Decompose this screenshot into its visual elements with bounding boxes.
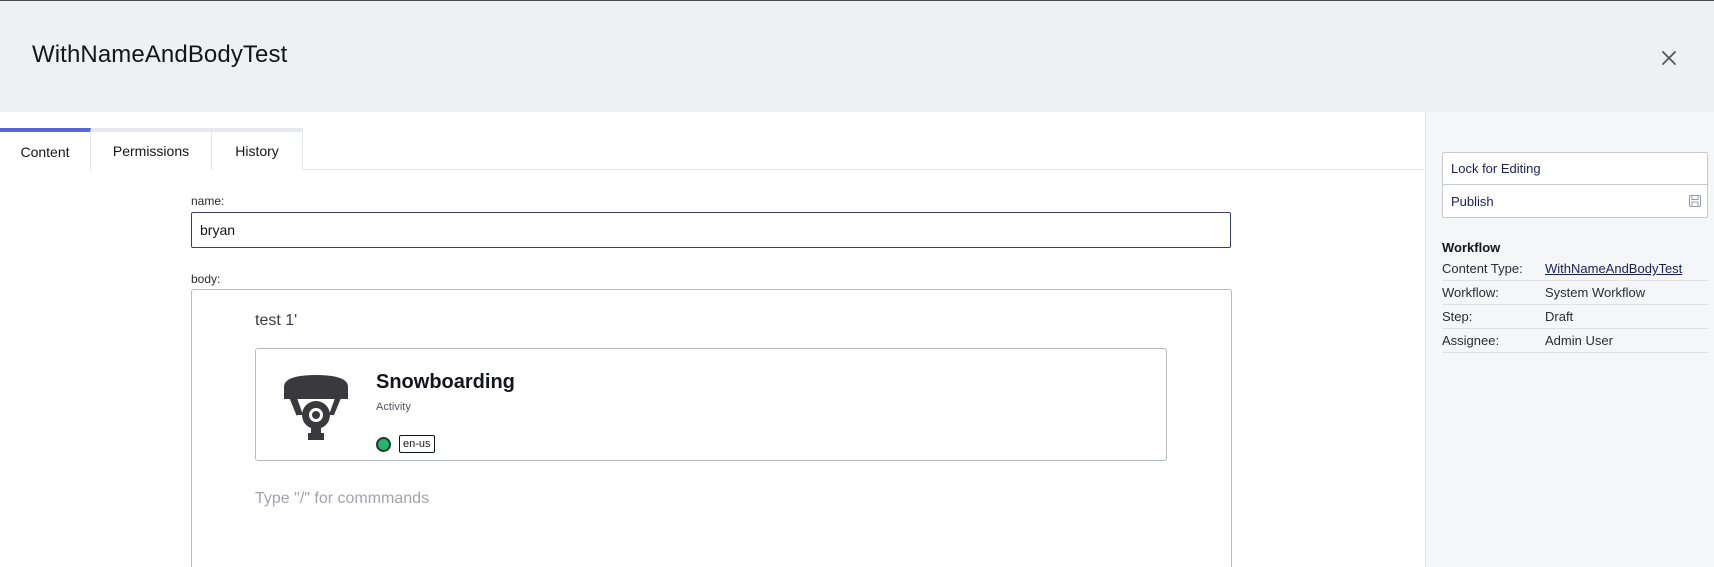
assignee-value: Admin User: [1545, 333, 1613, 348]
lock-for-editing-button[interactable]: Lock for Editing: [1443, 153, 1707, 185]
lock-for-editing-label: Lock for Editing: [1451, 161, 1541, 176]
tab-history[interactable]: History: [212, 128, 303, 170]
publish-label: Publish: [1451, 193, 1494, 209]
workflow-key: Assignee:: [1442, 333, 1500, 348]
close-icon: [1662, 51, 1676, 65]
contentlet-card[interactable]: Snowboarding Activity en-us: [255, 348, 1167, 461]
card-content-type: Activity: [376, 401, 411, 413]
body-field-label: body:: [191, 272, 221, 286]
close-button[interactable]: [1654, 43, 1684, 73]
action-list: Lock for Editing Publish: [1442, 152, 1708, 218]
right-sidebar: Lock for Editing Publish Workflow Conten…: [1425, 112, 1714, 567]
editor-placeholder[interactable]: Type "/" for commmands: [255, 490, 429, 508]
workflow-key: Workflow:: [1442, 285, 1499, 300]
tab-permissions[interactable]: Permissions: [91, 128, 212, 170]
step-value: Draft: [1545, 309, 1574, 324]
workflow-row-content-type: Content Type: WithNameAndBodyTest: [1442, 257, 1708, 281]
dialog-header: WithNameAndBodyTest: [0, 0, 1714, 112]
publish-button[interactable]: Publish: [1443, 185, 1707, 217]
snowboard-lift-icon: [284, 375, 348, 440]
workflow-key: Content Type:: [1442, 261, 1523, 276]
tab-bar: Content Permissions History: [0, 128, 1425, 171]
dialog-title: WithNameAndBodyTest: [32, 41, 288, 68]
card-title: Snowboarding: [376, 371, 515, 393]
status-indicator: [376, 437, 391, 452]
workflow-key: Step:: [1442, 309, 1473, 324]
save-icon: [1689, 195, 1701, 207]
tab-content[interactable]: Content: [0, 128, 91, 171]
workflow-heading: Workflow: [1442, 240, 1501, 255]
content-type-link[interactable]: WithNameAndBodyTest: [1545, 261, 1682, 276]
workflow-row-workflow: Workflow: System Workflow: [1442, 281, 1708, 305]
name-input[interactable]: [191, 212, 1231, 248]
workflow-row-assignee: Assignee: Admin User: [1442, 329, 1708, 353]
content-panel: Content Permissions History name: body: …: [0, 112, 1425, 567]
body-editor[interactable]: test 1' Snowboarding Activity en-us Type…: [191, 289, 1232, 567]
workflow-details: Content Type: WithNameAndBodyTest Workfl…: [1442, 257, 1708, 353]
editor-paragraph[interactable]: test 1': [255, 312, 297, 330]
workflow-row-step: Step: Draft: [1442, 305, 1708, 329]
language-badge: en-us: [399, 435, 435, 453]
workflow-value: System Workflow: [1545, 285, 1646, 300]
name-field-label: name:: [191, 194, 225, 208]
